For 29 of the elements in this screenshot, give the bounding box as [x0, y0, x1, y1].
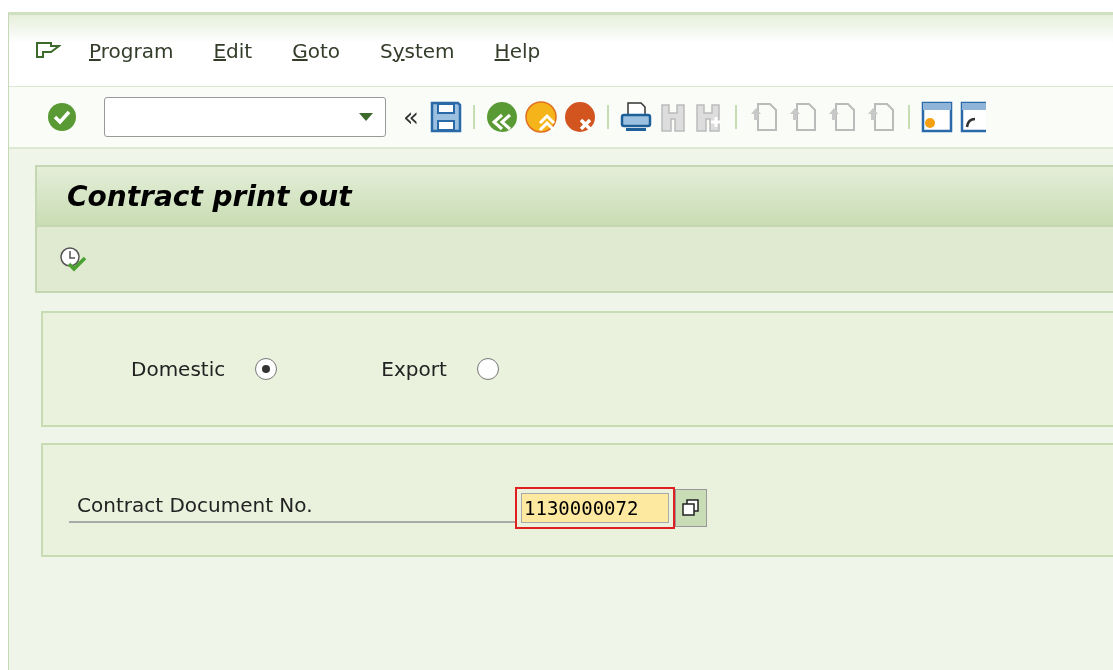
binoculars-icon: [658, 101, 687, 133]
save-icon[interactable]: [429, 101, 462, 133]
menu-item[interactable]: Help: [494, 38, 541, 63]
field-label: Contract Document No.: [69, 493, 515, 523]
command-field[interactable]: [104, 97, 386, 137]
menu-item[interactable]: Edit: [213, 38, 253, 63]
enter-icon[interactable]: [47, 102, 77, 132]
menu-item[interactable]: System: [379, 38, 455, 63]
print-icon[interactable]: [619, 101, 652, 133]
binoculars-plus-icon: [693, 101, 724, 133]
value-help-button[interactable]: [675, 489, 707, 527]
shortcut-window-icon[interactable]: [959, 101, 986, 133]
menu-item[interactable]: Goto: [292, 38, 340, 63]
new-window-icon[interactable]: [920, 101, 953, 133]
menu-item[interactable]: Program: [89, 38, 174, 63]
input-field[interactable]: 1130000072: [521, 493, 669, 523]
back-icon[interactable]: [485, 101, 518, 133]
radio-button[interactable]: [255, 358, 278, 380]
collapse-button[interactable]: «: [403, 102, 419, 132]
radio-label: Export: [381, 357, 447, 381]
screen-title: Contract print out: [67, 179, 352, 213]
dropdown-caret-icon[interactable]: [359, 113, 373, 121]
radio-button[interactable]: [476, 358, 499, 380]
copy-icon: [682, 499, 700, 517]
menu-icon[interactable]: [35, 40, 61, 61]
radio-label: Domestic: [131, 357, 226, 381]
exit-icon[interactable]: [524, 101, 557, 133]
cancel-icon[interactable]: [563, 101, 596, 133]
execute-icon[interactable]: [59, 246, 87, 272]
